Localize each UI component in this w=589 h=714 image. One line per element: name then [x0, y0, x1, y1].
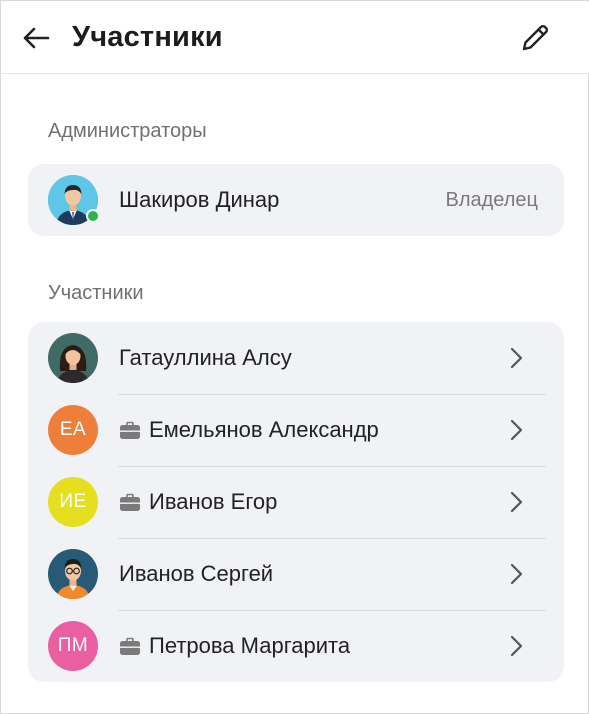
avatar: ИЕ: [48, 477, 98, 527]
back-button[interactable]: [14, 16, 58, 60]
member-name: Гатауллина Алсу: [119, 345, 292, 370]
member-name: Петрова Маргарита: [149, 633, 351, 658]
avatar: [48, 549, 98, 599]
page-title: Участники: [72, 21, 223, 53]
man-with-glasses-avatar-icon: [48, 549, 98, 599]
member-name: Иванов Сергей: [119, 561, 274, 586]
top-bar: Участники: [2, 2, 589, 74]
members-section-label: Участники: [48, 282, 144, 304]
chevron-right-icon: [510, 347, 523, 369]
edit-button[interactable]: [513, 16, 557, 60]
arrow-left-icon: [23, 27, 50, 48]
chevron-right-icon: [510, 491, 523, 513]
chevron-right-icon: [510, 419, 523, 441]
member-name-wrap: Иванов Егор: [119, 489, 277, 515]
avatar: [48, 175, 100, 225]
list-item[interactable]: ЕА Емельянов Александр: [28, 394, 564, 466]
member-name: Иванов Егор: [149, 489, 278, 514]
member-name-wrap: Петрова Маргарита: [119, 633, 350, 659]
list-item[interactable]: ИЕ Иванов Егор: [28, 466, 564, 538]
avatar: [48, 333, 98, 383]
member-name: Шакиров Динар: [119, 187, 280, 212]
member-name: Емельянов Александр: [149, 417, 379, 442]
list-item[interactable]: Шакиров Динар Владелец: [28, 164, 564, 236]
briefcase-icon: [119, 421, 141, 440]
online-status-dot: [86, 209, 100, 223]
list-item[interactable]: ПМ Петрова Маргарита: [28, 610, 564, 682]
chevron-right-icon: [510, 563, 523, 585]
avatar: ПМ: [48, 621, 98, 671]
screen: Участники Администраторы Шакиров Динар В…: [0, 0, 589, 714]
avatar: ЕА: [48, 405, 98, 455]
member-name-wrap: Емельянов Александр: [119, 417, 379, 443]
admins-section-label: Администраторы: [48, 120, 207, 142]
pencil-icon: [522, 24, 549, 51]
chevron-right-icon: [510, 635, 523, 657]
list-item[interactable]: Иванов Сергей: [28, 538, 564, 610]
admins-card: Шакиров Динар Владелец: [28, 164, 564, 236]
avatar-initials: ИЕ: [59, 491, 87, 512]
members-card: Гатауллина Алсу ЕА Емельянов Александр И…: [28, 322, 564, 682]
briefcase-icon: [119, 637, 141, 656]
role-badge: Владелец: [445, 188, 538, 211]
briefcase-icon: [119, 493, 141, 512]
list-item[interactable]: Гатауллина Алсу: [28, 322, 564, 394]
avatar-initials: ЕА: [59, 419, 87, 440]
woman-avatar-icon: [48, 333, 98, 383]
avatar-initials: ПМ: [57, 635, 89, 656]
